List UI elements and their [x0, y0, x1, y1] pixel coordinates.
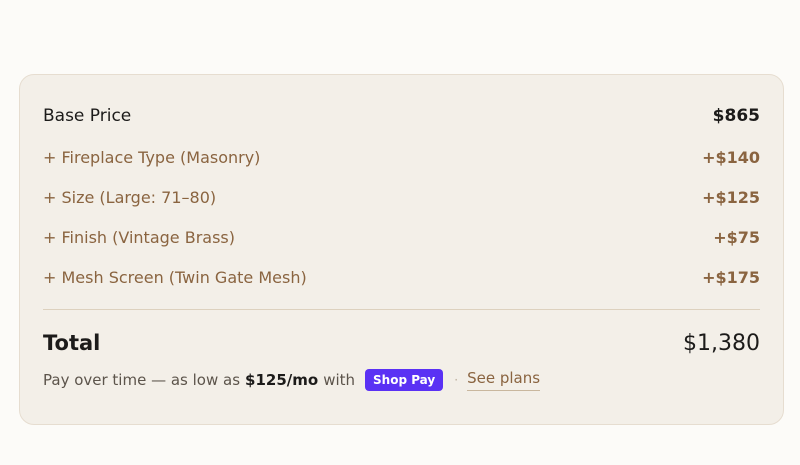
- option-price: +$75: [713, 227, 760, 247]
- base-price-value: $865: [712, 106, 760, 126]
- base-price-label: Base Price: [43, 106, 132, 126]
- total-value: $1,380: [683, 330, 760, 356]
- total-label: Total: [43, 331, 101, 355]
- financing-row: Pay over time — as low as $125/mo with S…: [43, 368, 541, 392]
- option-price: +$125: [702, 187, 760, 207]
- financing-amount: $125/mo: [245, 371, 319, 389]
- shop-pay-badge: Shop Pay: [365, 369, 444, 391]
- option-row-mesh-screen: + Mesh Screen (Twin Gate Mesh) +$175: [43, 265, 760, 289]
- option-row-fireplace-type: + Fireplace Type (Masonry) +$140: [43, 145, 760, 169]
- separator-dot: ·: [454, 373, 459, 387]
- option-label: + Fireplace Type (Masonry): [43, 147, 261, 167]
- option-row-finish: + Finish (Vintage Brass) +$75: [43, 225, 760, 249]
- option-price: +$140: [702, 147, 760, 167]
- financing-prefix: Pay over time — as low as: [43, 371, 241, 389]
- divider: [43, 309, 760, 310]
- option-label: + Size (Large: 71–80): [43, 187, 217, 207]
- financing-with: with: [323, 371, 356, 389]
- price-summary-card: Base Price $865 + Fireplace Type (Masonr…: [19, 74, 784, 425]
- base-price-row: Base Price $865: [43, 104, 760, 128]
- option-row-size: + Size (Large: 71–80) +$125: [43, 185, 760, 209]
- option-label: + Finish (Vintage Brass): [43, 227, 235, 247]
- total-row: Total $1,380: [43, 328, 760, 358]
- see-plans-link[interactable]: See plans: [467, 369, 541, 391]
- option-price: +$175: [702, 267, 760, 287]
- option-label: + Mesh Screen (Twin Gate Mesh): [43, 267, 307, 287]
